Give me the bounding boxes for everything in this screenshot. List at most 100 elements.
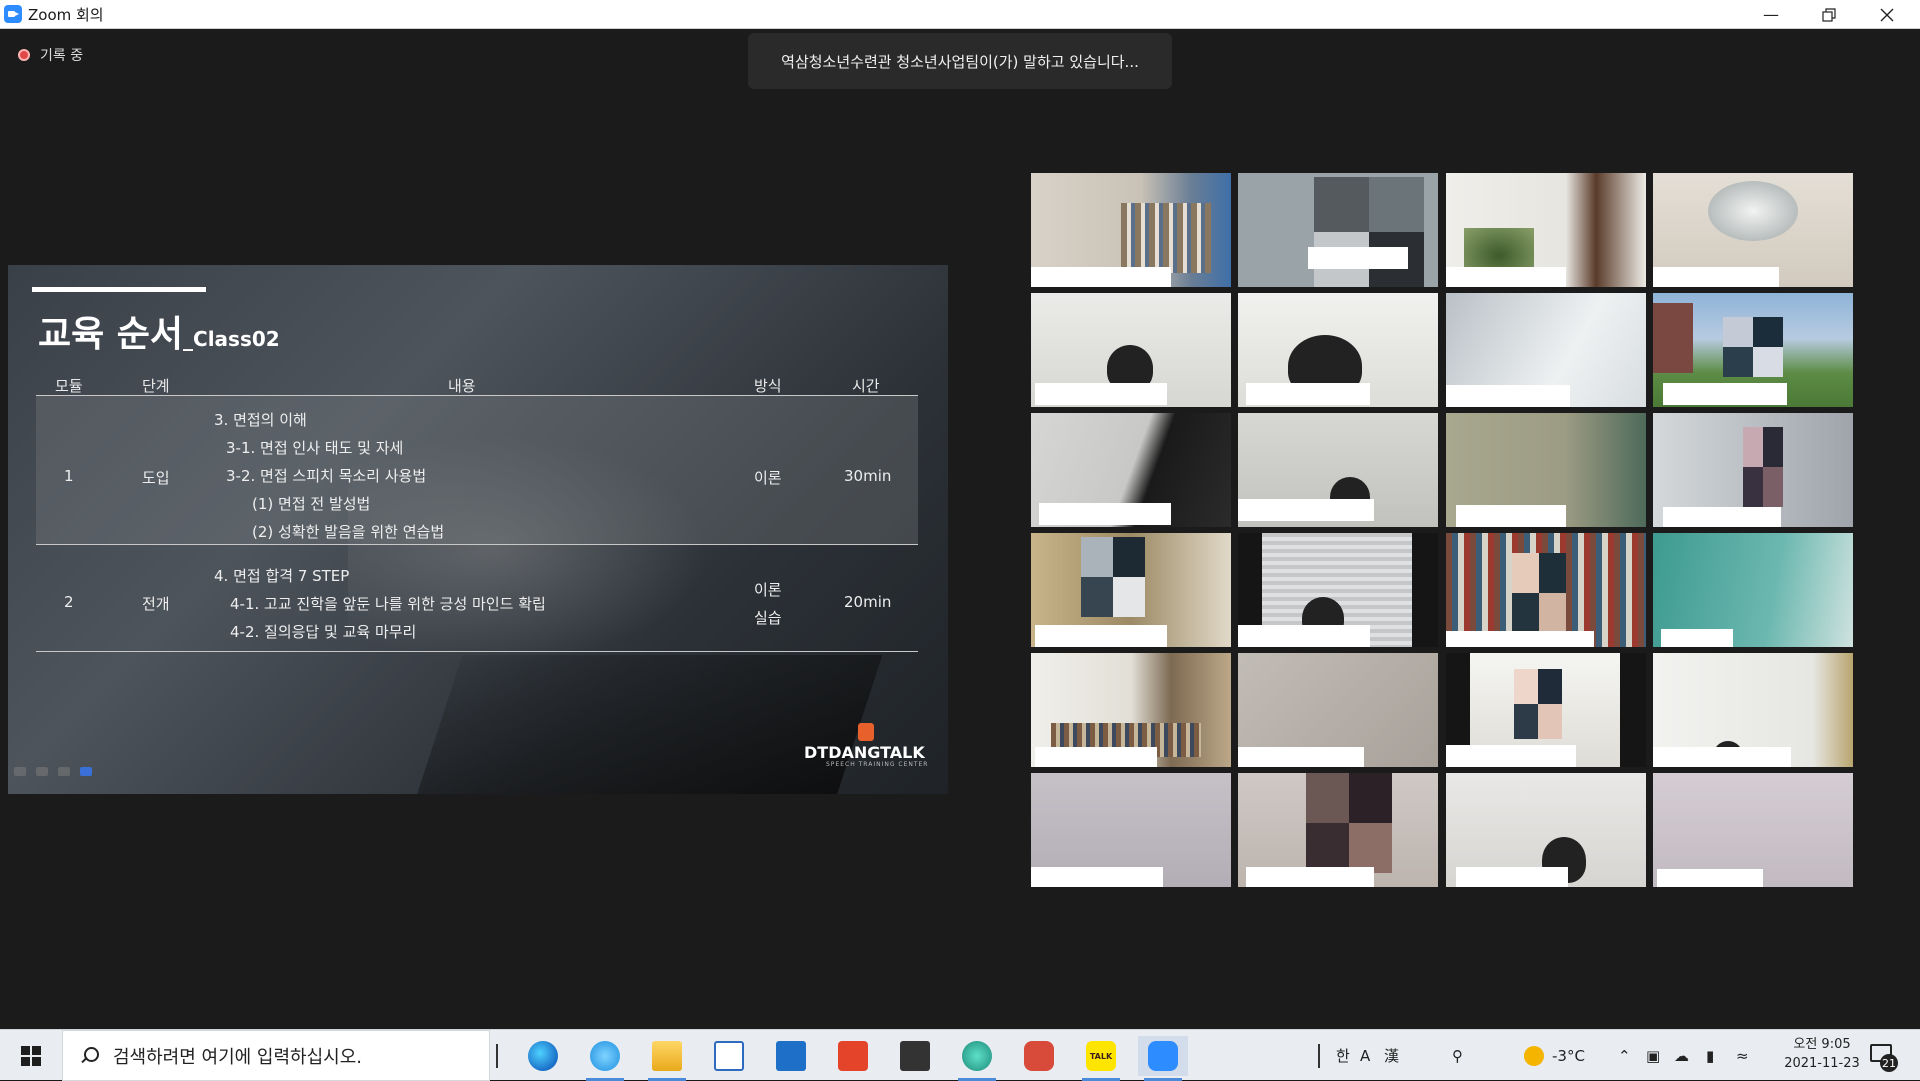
participant-name <box>1446 267 1566 287</box>
row1-stage: 도입 <box>142 469 170 487</box>
participant-tile[interactable] <box>1238 533 1438 647</box>
participant-tile[interactable] <box>1031 653 1231 767</box>
app-button[interactable] <box>952 1036 1002 1081</box>
pen-icon[interactable] <box>36 767 48 776</box>
header-content: 내용 <box>448 377 476 395</box>
participant-tile[interactable] <box>1446 413 1646 527</box>
participant-tile[interactable] <box>1031 533 1231 647</box>
kakaotalk-icon: TALK <box>1086 1041 1116 1071</box>
participant-tile[interactable] <box>1653 773 1853 887</box>
participant-tile[interactable] <box>1031 773 1231 887</box>
office-icon <box>838 1041 868 1071</box>
onedrive-cloud-icon[interactable]: ☁ <box>1674 1030 1689 1081</box>
slide-laptop-photo <box>413 655 883 794</box>
show-hidden-icons-chevron-icon[interactable]: ⌃ <box>1618 1030 1631 1081</box>
clock-date: 2021-11-23 <box>1784 1056 1860 1071</box>
participant-tile[interactable] <box>1238 653 1438 767</box>
blurred-face <box>1306 773 1392 873</box>
participant-tile[interactable] <box>1446 653 1646 767</box>
blurred-face <box>1514 669 1562 739</box>
participant-tile[interactable] <box>1238 413 1438 527</box>
participant-name <box>1246 867 1374 887</box>
minimize-button[interactable]: — <box>1742 0 1800 29</box>
blurred-face <box>1723 317 1783 377</box>
zoom-logo-icon <box>4 5 22 23</box>
app-icon <box>962 1041 992 1071</box>
participant-tile[interactable] <box>1031 173 1231 287</box>
game-app-button[interactable] <box>1014 1036 1064 1076</box>
task-view-separator <box>496 1044 498 1068</box>
row1-line5: (2) 성확한 발음을 위한 연습법 <box>252 523 445 541</box>
next-slide-icon[interactable] <box>80 767 92 776</box>
header-module: 모듈 <box>55 377 83 395</box>
start-button[interactable] <box>10 1040 52 1072</box>
participant-tile[interactable] <box>1653 533 1853 647</box>
edge-app-button[interactable] <box>518 1036 568 1076</box>
participant-tile[interactable] <box>1238 293 1438 407</box>
participant-tile[interactable] <box>1238 173 1438 287</box>
device-icon[interactable]: ▣ <box>1646 1030 1660 1081</box>
people-icon[interactable]: ⚲ <box>1452 1030 1463 1081</box>
record-icon <box>18 49 30 61</box>
participant-name <box>1456 505 1566 527</box>
battery-icon[interactable]: ▮ <box>1706 1030 1714 1081</box>
participant-name <box>1657 869 1763 887</box>
recording-label: 기록 중 <box>40 48 84 64</box>
slides-icon[interactable] <box>58 767 70 776</box>
participant-name <box>1446 631 1594 647</box>
search-icon <box>79 1046 99 1066</box>
participant-name <box>1653 267 1779 287</box>
participant-tile[interactable] <box>1653 293 1853 407</box>
edge-icon <box>528 1041 558 1071</box>
close-button[interactable] <box>1858 0 1916 29</box>
speaking-banner: 역삼청소년수련관 청소년사업팀이(가) 말하고 있습니다... <box>748 33 1172 89</box>
restore-button[interactable] <box>1800 0 1858 29</box>
sticky-note-icon <box>714 1041 744 1071</box>
ime-alpha[interactable]: A <box>1360 1030 1370 1081</box>
kakaotalk-app-button[interactable]: TALK <box>1076 1036 1126 1081</box>
participant-tile[interactable] <box>1446 173 1646 287</box>
clock-time: 오전 9:05 <box>1793 1037 1851 1052</box>
participant-name <box>1031 267 1171 287</box>
participant-tile[interactable] <box>1446 533 1646 647</box>
header-time: 시간 <box>852 377 880 395</box>
participant-name <box>1663 507 1781 527</box>
ime-han[interactable]: 한 <box>1336 1030 1350 1081</box>
wifi-icon[interactable]: ≈ <box>1736 1030 1749 1081</box>
weather-widget[interactable]: -3°C <box>1524 1030 1585 1081</box>
participant-tile[interactable] <box>1446 293 1646 407</box>
taskbar-search-box[interactable]: 검색하려면 여기에 입력하십시오. <box>62 1030 490 1081</box>
prev-slide-icon[interactable] <box>14 767 26 776</box>
participant-tile[interactable] <box>1031 293 1231 407</box>
header-method: 방식 <box>754 377 782 395</box>
ie-app-button[interactable] <box>580 1036 630 1081</box>
participant-name <box>1661 629 1733 647</box>
store-app-button[interactable] <box>890 1036 940 1076</box>
ime-hanja[interactable]: 漢 <box>1384 1030 1399 1081</box>
robot-icon <box>1024 1041 1054 1071</box>
blurred-face <box>1743 427 1783 507</box>
office-app-button[interactable] <box>828 1036 878 1076</box>
mail-app-button[interactable] <box>766 1036 816 1076</box>
notepad-app-button[interactable] <box>704 1036 754 1076</box>
row2-module: 2 <box>64 593 74 611</box>
zoom-app-button[interactable] <box>1138 1036 1188 1081</box>
blurred-face <box>1081 537 1145 617</box>
participant-tile[interactable] <box>1238 773 1438 887</box>
taskbar-clock[interactable]: 오전 9:05 2021-11-23 <box>1762 1035 1882 1073</box>
action-center-button[interactable]: 21 <box>1866 1042 1900 1072</box>
row2-time: 20min <box>844 593 892 611</box>
participant-tile[interactable] <box>1653 653 1853 767</box>
file-explorer-app-button[interactable] <box>642 1036 692 1081</box>
participant-tile[interactable] <box>1653 173 1853 287</box>
windows-taskbar: 검색하려면 여기에 입력하십시오. TALK 한 A 漢 ⚲ -3°C ⌃ ▣ … <box>0 1029 1920 1081</box>
zoom-icon <box>1148 1041 1178 1071</box>
participant-tile[interactable] <box>1031 413 1231 527</box>
participant-tile[interactable] <box>1446 773 1646 887</box>
recording-indicator[interactable]: 기록 중 <box>18 45 83 65</box>
title-bar: Zoom 회의 — <box>0 0 1920 29</box>
row2-line3: 4-2. 질의응답 및 교육 마무리 <box>230 623 417 641</box>
participant-tile[interactable] <box>1653 413 1853 527</box>
participant-name <box>1031 867 1163 887</box>
slide-accent-bar <box>32 287 206 292</box>
